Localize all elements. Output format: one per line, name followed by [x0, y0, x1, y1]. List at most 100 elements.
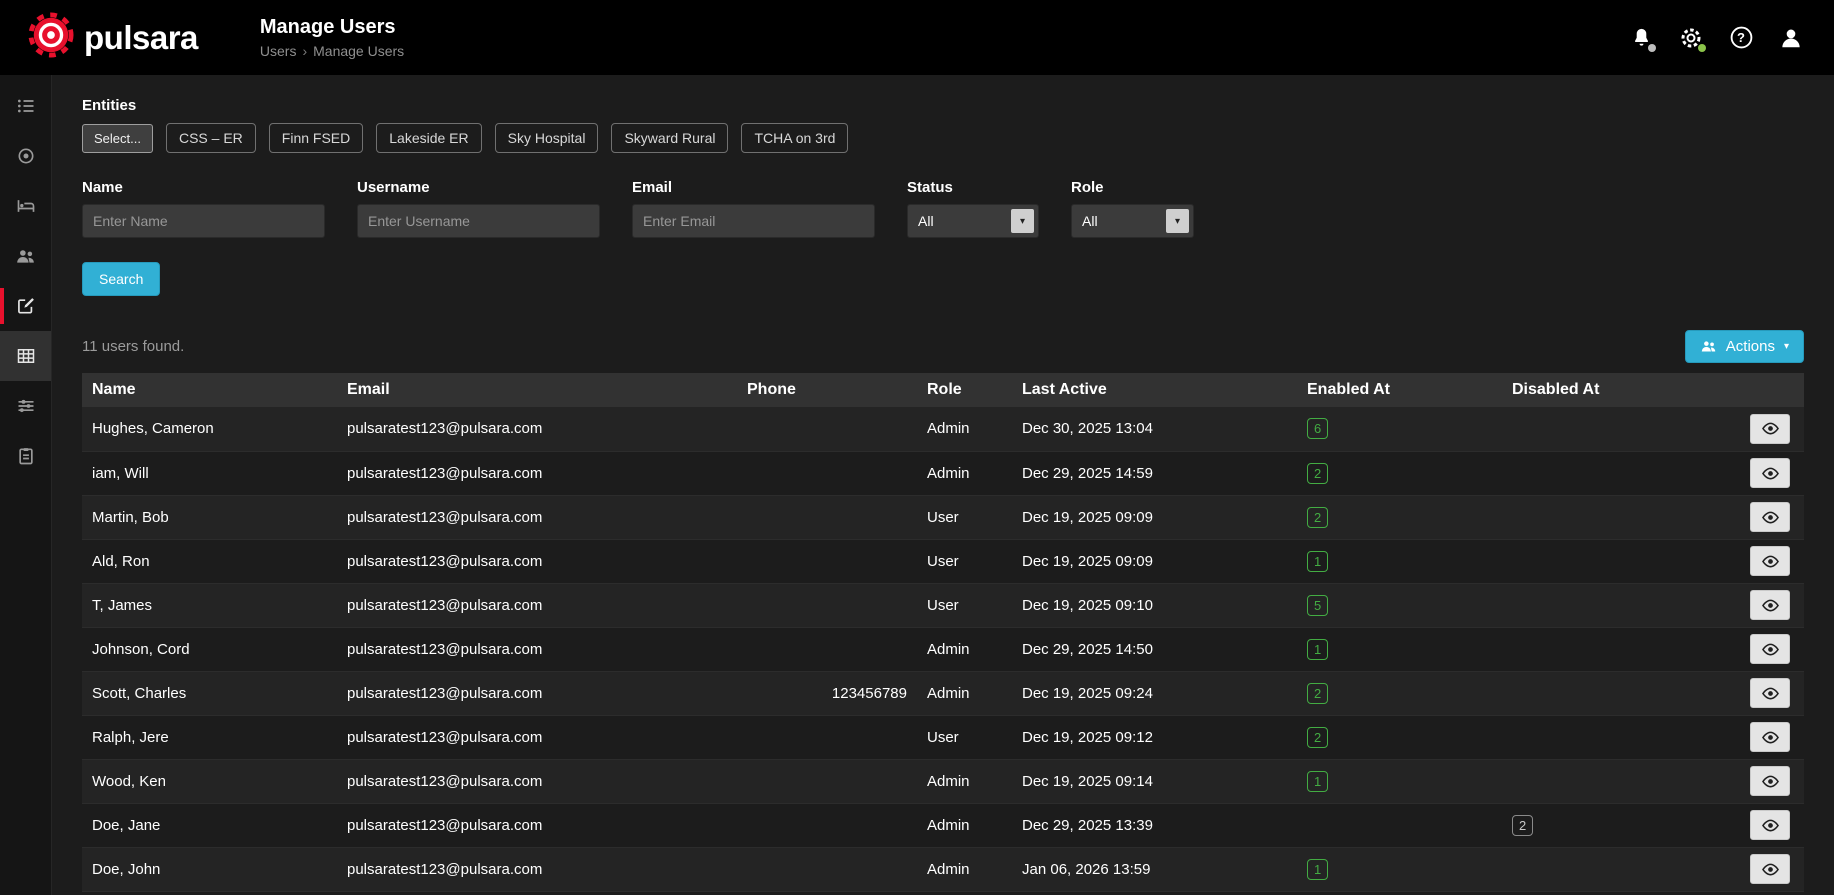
column-header-disabled-at: Disabled At: [1502, 373, 1732, 407]
table-row: Scott, Charles pulsaratest123@pulsara.co…: [82, 671, 1804, 716]
status-filter-label: Status: [907, 179, 953, 196]
user-enabled-at-cell: 1: [1297, 759, 1502, 804]
top-header: pulsara Manage Users Users › Manage Users: [0, 0, 1834, 75]
user-last-active-cell: Dec 19, 2025 09:10: [1012, 583, 1297, 628]
page-title: Manage Users: [259, 16, 396, 38]
email-input[interactable]: [632, 204, 875, 238]
user-enabled-at-cell: 1: [1297, 847, 1502, 892]
gear-status-icon[interactable]: [1678, 25, 1706, 52]
users-table-body: Hughes, Cameron pulsaratest123@pulsara.c…: [82, 407, 1804, 892]
sidebar-item-audit[interactable]: [0, 431, 51, 481]
user-email-cell: pulsaratest123@pulsara.com: [337, 451, 737, 496]
sidebar-item-list[interactable]: [0, 81, 51, 131]
enabled-count-badge: 1: [1307, 638, 1329, 660]
entity-chip[interactable]: TCHA on 3rd: [741, 123, 849, 153]
view-user-button[interactable]: [1750, 546, 1790, 576]
entity-chips: Select... CSS – ER Finn FSED Lakeside ER Sk…: [82, 123, 1804, 153]
view-user-button[interactable]: [1750, 413, 1790, 444]
user-name-cell: Johnson, Cord: [82, 627, 337, 672]
user-enabled-at-cell: 2: [1297, 715, 1502, 760]
email-filter-label: Email: [632, 179, 673, 196]
account-avatar-icon[interactable]: [1778, 25, 1804, 51]
name-input[interactable]: [82, 204, 325, 238]
entity-chip[interactable]: Sky Hospital: [494, 123, 599, 153]
view-user-button[interactable]: [1750, 634, 1790, 664]
sidebar-item-target[interactable]: [0, 131, 51, 181]
view-user-button[interactable]: [1750, 810, 1790, 840]
entity-chip[interactable]: CSS – ER: [165, 123, 256, 153]
view-user-button[interactable]: [1750, 590, 1790, 620]
user-actions-cell: [1732, 671, 1804, 716]
role-select[interactable]: All: [1071, 204, 1194, 238]
user-email-cell: pulsaratest123@pulsara.com: [337, 627, 737, 672]
column-header-role: Role: [917, 373, 1012, 407]
entity-chip[interactable]: Finn FSED: [268, 123, 364, 153]
breadcrumb-current: Manage Users: [313, 43, 405, 59]
view-user-button[interactable]: [1750, 502, 1790, 532]
eye-icon: [1761, 863, 1779, 875]
sidebar-item-reports[interactable]: [0, 381, 51, 431]
user-phone-cell: [737, 583, 917, 628]
user-enabled-at-cell: 1: [1297, 539, 1502, 584]
user-role-cell: Admin: [917, 759, 1012, 804]
view-user-button[interactable]: [1750, 722, 1790, 752]
user-disabled-at-cell: [1502, 671, 1732, 716]
user-disabled-at-cell: [1502, 495, 1732, 540]
user-email-cell: pulsaratest123@pulsara.com: [337, 715, 737, 760]
breadcrumb: Users › Manage Users: [260, 43, 404, 59]
user-role-cell: Admin: [917, 847, 1012, 892]
eye-icon: [1761, 467, 1779, 479]
entity-chip[interactable]: Lakeside ER: [376, 123, 482, 153]
eye-icon: [1761, 599, 1779, 611]
user-actions-cell: [1732, 803, 1804, 848]
help-icon[interactable]: ?: [1728, 25, 1754, 51]
status-select[interactable]: All: [907, 204, 1039, 238]
eye-icon: [1761, 687, 1779, 699]
table-row: Johnson, Cord pulsaratest123@pulsara.com…: [82, 627, 1804, 672]
left-sidebar: [0, 75, 52, 895]
topbar-icons: ?: [1628, 0, 1804, 75]
user-email-cell: pulsaratest123@pulsara.com: [337, 671, 737, 716]
sidebar-item-edit[interactable]: [0, 281, 51, 331]
view-user-button[interactable]: [1750, 678, 1790, 708]
user-actions-cell: [1732, 451, 1804, 496]
select-entities-button[interactable]: Select...: [82, 123, 153, 153]
column-header-enabled-at: Enabled At: [1297, 373, 1502, 407]
enabled-count-badge: 2: [1307, 726, 1329, 748]
eye-icon: [1761, 422, 1779, 435]
user-disabled-at-cell: [1502, 627, 1732, 672]
entity-chip[interactable]: Skyward Rural: [611, 123, 729, 153]
user-enabled-at-cell: 1: [1297, 627, 1502, 672]
user-phone-cell: [737, 451, 917, 496]
pulsara-logo[interactable]: pulsara: [28, 12, 198, 63]
view-user-button[interactable]: [1750, 766, 1790, 796]
user-actions-cell: [1732, 407, 1804, 452]
name-filter-label: Name: [82, 179, 123, 196]
username-input[interactable]: [357, 204, 600, 238]
pulsara-logo-icon: [28, 12, 74, 63]
user-phone-cell: [737, 495, 917, 540]
user-phone-cell: 123456789: [737, 671, 917, 716]
user-name-cell: Martin, Bob: [82, 495, 337, 540]
user-role-cell: Admin: [917, 671, 1012, 716]
view-user-button[interactable]: [1750, 854, 1790, 884]
breadcrumb-parent[interactable]: Users: [260, 43, 297, 59]
actions-button-label: Actions: [1725, 338, 1775, 355]
eye-icon: [1761, 555, 1779, 567]
sidebar-item-beds[interactable]: [0, 181, 51, 231]
actions-button[interactable]: Actions ▾: [1684, 330, 1804, 363]
view-user-button[interactable]: [1750, 458, 1790, 488]
search-button[interactable]: Search: [82, 262, 161, 296]
user-phone-cell: [737, 715, 917, 760]
column-header-phone: Phone: [737, 373, 917, 407]
enabled-count-badge: 2: [1307, 682, 1329, 704]
notifications-bell-icon[interactable]: [1628, 25, 1656, 52]
sidebar-item-team[interactable]: [0, 231, 51, 281]
list-icon: [17, 99, 33, 113]
sidebar-item-users-table[interactable]: [0, 331, 51, 381]
enabled-count-badge: 1: [1307, 858, 1329, 880]
user-last-active-cell: Dec 30, 2025 13:04: [1012, 407, 1297, 452]
table-row: Doe, Jane pulsaratest123@pulsara.com Adm…: [82, 803, 1804, 848]
user-disabled-at-cell: [1502, 583, 1732, 628]
user-email-cell: pulsaratest123@pulsara.com: [337, 803, 737, 848]
